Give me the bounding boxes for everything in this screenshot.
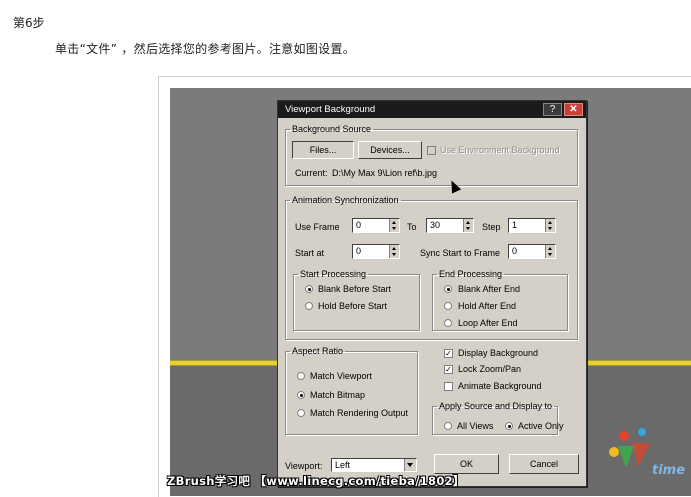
ok-button[interactable]: OK	[434, 454, 499, 474]
help-button[interactable]: ?	[543, 103, 562, 116]
hold-before-start-label: Hold Before Start	[318, 301, 388, 311]
animation-sync-legend: Animation Synchronization	[292, 195, 399, 205]
use-frame-value: 0	[356, 220, 362, 230]
use-env-bg-label: Use Environment Background	[440, 145, 560, 155]
match-viewport-label: Match Viewport	[310, 371, 372, 381]
start-processing-group: Start Processing	[293, 269, 420, 331]
viewport-label: Viewport:	[285, 461, 323, 471]
current-label: Current:	[295, 168, 328, 178]
hold-after-end-radio[interactable]	[444, 302, 452, 310]
to-spinner[interactable]: 30	[426, 218, 474, 233]
viewport-select[interactable]: Left	[331, 458, 417, 472]
dialog-title: Viewport Background	[285, 104, 376, 115]
chevron-down-icon[interactable]	[404, 459, 416, 471]
lock-zoom-pan-checkbox[interactable]: ✓	[444, 365, 453, 374]
display-background-label: Display Background	[458, 348, 539, 358]
current-path: D:\My Max 9\Lion ref\b.jpg	[332, 168, 438, 178]
sync-start-label: Sync Start to Frame	[420, 248, 501, 258]
match-rendering-output-label: Match Rendering Output	[310, 408, 409, 418]
sync-start-spinner[interactable]: 0	[508, 244, 556, 259]
all-views-label: All Views	[457, 421, 494, 431]
blank-before-start-label: Blank Before Start	[318, 284, 392, 294]
match-viewport-radio[interactable]	[297, 372, 305, 380]
active-only-label: Active Only	[518, 421, 564, 431]
use-frame-label: Use Frame	[295, 222, 340, 232]
loop-after-end-radio[interactable]	[444, 319, 452, 327]
end-processing-legend: End Processing	[439, 269, 503, 279]
aspect-ratio-legend: Aspect Ratio	[292, 346, 344, 356]
sync-start-value: 0	[512, 246, 518, 256]
close-button[interactable]: ✕	[564, 103, 583, 116]
start-processing-legend: Start Processing	[300, 269, 367, 279]
to-value: 30	[430, 220, 441, 230]
hold-after-end-label: Hold After End	[458, 301, 517, 311]
spinner-arrows-icon[interactable]	[545, 219, 555, 232]
step-spinner[interactable]: 1	[508, 218, 556, 233]
viewport-background-dialog: Viewport Background ? ✕ Background Sourc…	[277, 100, 587, 487]
logo-dot-red	[619, 431, 629, 441]
spinner-arrows-icon[interactable]	[463, 219, 473, 232]
cancel-button[interactable]: Cancel	[509, 454, 579, 474]
logo-shape-red	[632, 442, 650, 466]
animate-background-checkbox[interactable]	[444, 382, 453, 391]
dialog-title-bar: Viewport Background ? ✕	[278, 101, 586, 118]
devices-button[interactable]: Devices...	[358, 141, 422, 159]
start-at-value: 0	[356, 246, 362, 256]
blank-after-end-label: Blank After End	[458, 284, 521, 294]
step-value: 1	[512, 220, 518, 230]
logo-dot-blue	[638, 428, 646, 436]
blank-after-end-radio[interactable]	[444, 285, 452, 293]
logo-shape-green	[618, 446, 634, 468]
active-only-radio[interactable]	[505, 422, 513, 430]
watermark-text: ZBrush学习吧 【www.linecg.com/tieba/1802】	[167, 474, 465, 488]
spinner-arrows-icon[interactable]	[545, 245, 555, 258]
match-bitmap-label: Match Bitmap	[310, 390, 366, 400]
spinner-arrows-icon[interactable]	[389, 219, 399, 232]
step-title: 第6步	[13, 16, 45, 30]
logo-text: time	[652, 463, 685, 478]
viewport-value: Left	[335, 460, 351, 470]
all-views-radio[interactable]	[444, 422, 452, 430]
apply-source-legend: Apply Source and Display to	[439, 401, 553, 411]
to-label: To	[407, 222, 417, 232]
loop-after-end-label: Loop After End	[458, 318, 518, 328]
hold-before-start-radio[interactable]	[305, 302, 313, 310]
start-at-spinner[interactable]: 0	[352, 244, 400, 259]
match-rendering-output-radio[interactable]	[297, 409, 305, 417]
start-at-label: Start at	[295, 248, 325, 258]
site-logo: time	[609, 428, 685, 478]
instruction-text: 单击“文件” ，然后选择您的参考图片。注意如图设置。	[55, 42, 356, 56]
background-source-legend: Background Source	[292, 124, 372, 134]
match-bitmap-radio[interactable]	[297, 391, 305, 399]
animate-background-label: Animate Background	[458, 381, 542, 391]
use-frame-spinner[interactable]: 0	[352, 218, 400, 233]
step-label: Step	[482, 222, 501, 232]
use-env-bg-checkbox[interactable]	[427, 146, 436, 155]
files-button[interactable]: Files...	[292, 141, 354, 159]
logo-dot-yellow	[609, 447, 619, 457]
spinner-arrows-icon[interactable]	[389, 245, 399, 258]
display-background-checkbox[interactable]: ✓	[444, 349, 453, 358]
lock-zoom-pan-label: Lock Zoom/Pan	[458, 364, 522, 374]
blank-before-start-radio[interactable]	[305, 285, 313, 293]
